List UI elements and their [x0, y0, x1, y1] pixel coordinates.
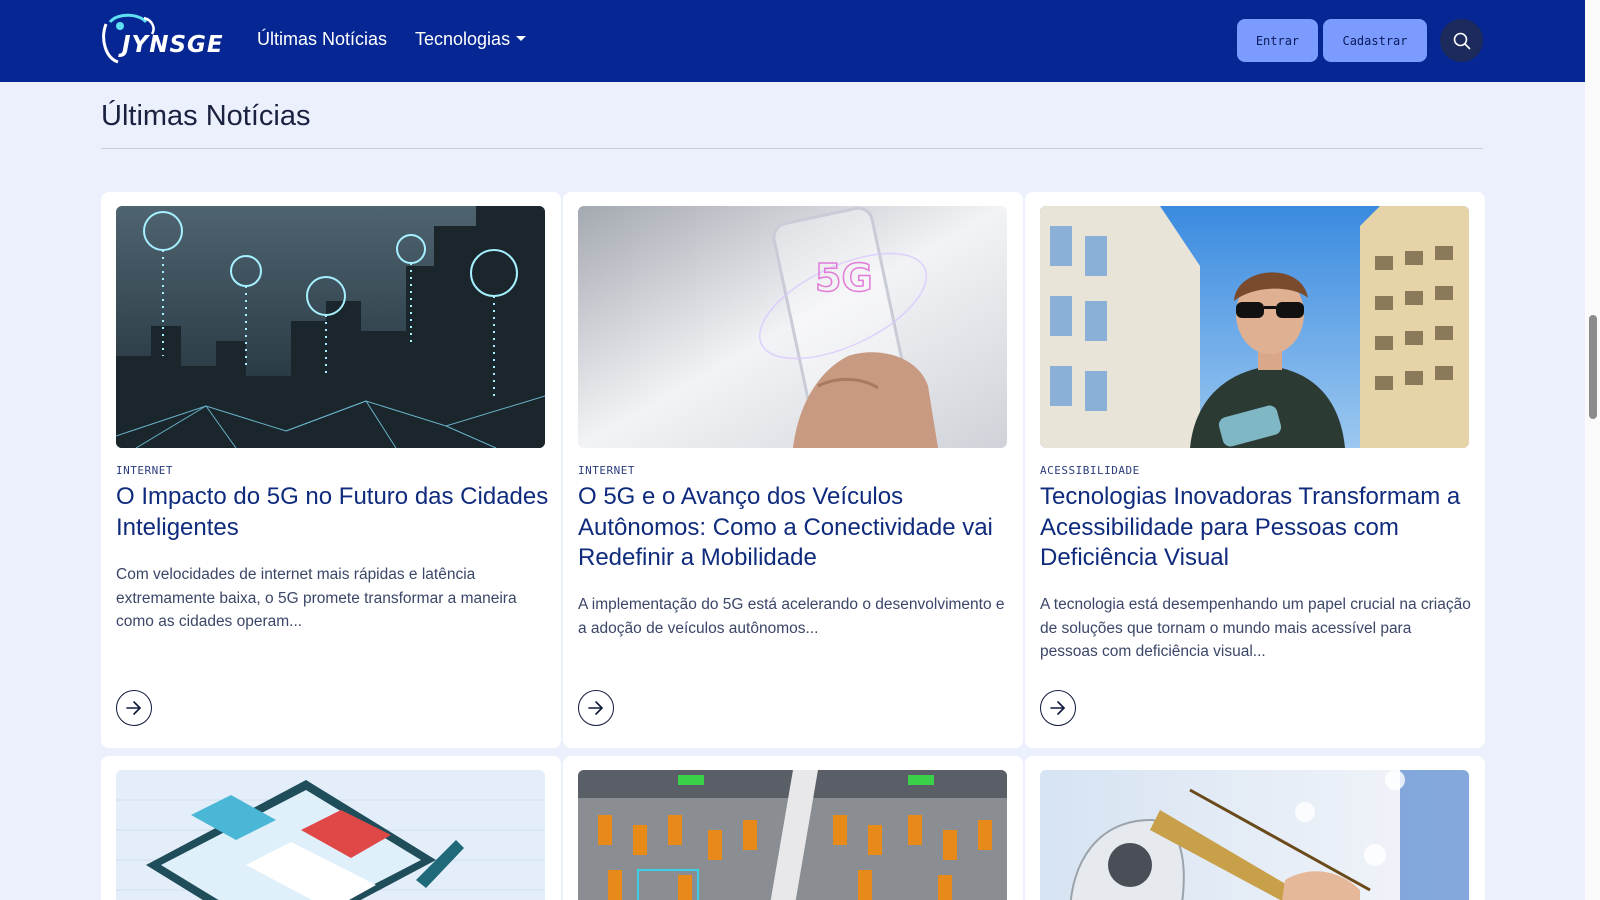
5g-label: 5G: [815, 256, 873, 300]
scrollbar-track[interactable]: [1585, 0, 1600, 900]
news-card[interactable]: ACESSIBILIDADE Tecnologias Inovadoras Tr…: [1025, 192, 1485, 748]
arrow-right-circle-icon: [588, 701, 603, 715]
news-card[interactable]: INTERNET O Impacto do 5G no Futuro das C…: [101, 192, 561, 748]
top-navbar: JYNSGE Últimas Notícias Tecnologias Entr…: [0, 0, 1585, 82]
scrollbar-thumb[interactable]: [1589, 315, 1597, 419]
card-image-smart-city[interactable]: [116, 206, 545, 448]
read-more-button[interactable]: [116, 690, 152, 726]
news-card[interactable]: 5G INTERNET O 5G e o Avanço dos Veículos…: [563, 192, 1023, 748]
nav-dropdown-technologies[interactable]: Tecnologias: [415, 29, 527, 50]
card-title[interactable]: Tecnologias Inovadoras Transformam a Ace…: [1040, 482, 1476, 574]
arrow-right-circle-icon: [126, 701, 141, 715]
section-divider: [101, 148, 1483, 149]
card-image-accessible-interface[interactable]: [116, 770, 545, 900]
card-title[interactable]: O Impacto do 5G no Futuro das Cidades In…: [116, 482, 552, 543]
read-more-button[interactable]: [1040, 690, 1076, 726]
login-button[interactable]: Entrar: [1237, 19, 1318, 62]
smart-city-illustration: [116, 206, 545, 448]
card-excerpt: A tecnologia está desempenhando um papel…: [1040, 596, 1471, 660]
robot-arm-illustration: [1040, 770, 1469, 900]
news-card[interactable]: [563, 756, 1023, 900]
card-image-5g-phone[interactable]: 5G: [578, 206, 1007, 448]
card-image-factory[interactable]: [578, 770, 1007, 900]
section-title: Últimas Notícias: [101, 100, 311, 132]
man-with-glasses-illustration: [1040, 206, 1469, 448]
card-excerpt: A implementação do 5G está acelerando o …: [578, 596, 1005, 637]
chevron-down-icon: [516, 35, 527, 41]
card-category[interactable]: INTERNET: [116, 464, 173, 477]
brand-name: JYNSGE: [122, 32, 224, 58]
news-card[interactable]: [1025, 756, 1485, 900]
card-category[interactable]: INTERNET: [578, 464, 635, 477]
card-title[interactable]: O 5G e o Avanço dos Veículos Autônomos: …: [578, 482, 1014, 574]
card-excerpt: Com velocidades de internet mais rápidas…: [116, 566, 517, 630]
card-category[interactable]: ACESSIBILIDADE: [1040, 464, 1140, 477]
read-more-button[interactable]: [578, 690, 614, 726]
brand-logo[interactable]: JYNSGE: [100, 12, 226, 68]
arrow-right-circle-icon: [1050, 701, 1065, 715]
card-image-accessibility[interactable]: [1040, 206, 1469, 448]
isometric-tablet-illustration: [116, 770, 545, 900]
search-icon: [1453, 32, 1470, 49]
nav-dropdown-label: Tecnologias: [415, 29, 511, 49]
card-image-robot-arm[interactable]: [1040, 770, 1469, 900]
search-button[interactable]: [1440, 19, 1483, 62]
signup-button[interactable]: Cadastrar: [1323, 19, 1427, 62]
5g-phone-illustration: 5G: [578, 206, 1007, 448]
nav-link-latest-news[interactable]: Últimas Notícias: [257, 29, 387, 50]
news-card[interactable]: [101, 756, 561, 900]
robotic-factory-illustration: [578, 770, 1007, 900]
